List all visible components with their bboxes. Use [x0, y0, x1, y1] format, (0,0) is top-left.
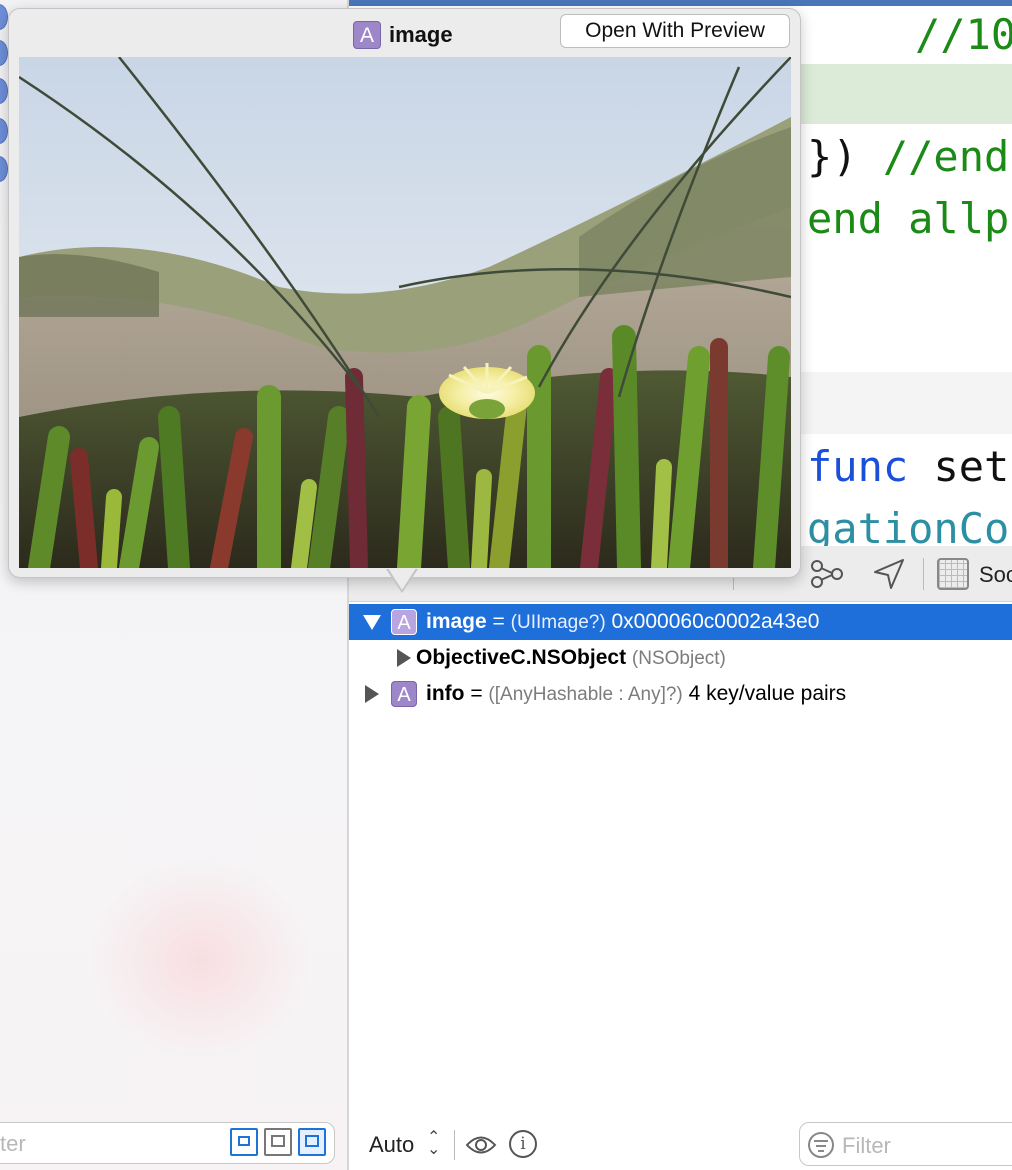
- code-line: func set: [807, 442, 1009, 491]
- variable-row-info[interactable]: A info = ([AnyHashable : Any]?) 4 key/va…: [349, 676, 1012, 712]
- code-line: }) //end: [807, 132, 1010, 181]
- variable-name: image: [426, 610, 487, 633]
- variable-equals: =: [486, 610, 511, 633]
- hierarchy-view-icon[interactable]: [230, 1128, 258, 1156]
- popover-pointer-fill: [388, 568, 416, 590]
- open-with-preview-button[interactable]: Open With Preview: [560, 14, 790, 48]
- structure-view-icon[interactable]: [264, 1128, 292, 1156]
- preview-image: [19, 57, 791, 568]
- breakpoint-marker[interactable]: [0, 4, 8, 30]
- breakpoint-marker[interactable]: [0, 156, 8, 182]
- variable-type-badge: A: [391, 609, 417, 635]
- layout-view-icon[interactable]: [298, 1128, 326, 1156]
- variable-type: (UIImage?): [510, 612, 606, 633]
- toolbar-divider: [923, 558, 924, 590]
- variable-type-badge: A: [391, 681, 417, 707]
- info-icon[interactable]: i: [509, 1130, 537, 1158]
- variables-view: A image = (UIImage?) 0x000060c0002a43e0 …: [349, 602, 1012, 1122]
- variable-type: ([AnyHashable : Any]?): [488, 684, 683, 705]
- variable-name: info: [426, 682, 465, 705]
- variable-name: ObjectiveC.NSObject: [416, 646, 627, 669]
- chevron-updown-icon[interactable]: ⌃ ⌄: [427, 1130, 440, 1158]
- variables-filter-field[interactable]: Filter: [799, 1122, 1012, 1166]
- popover-title: image: [389, 22, 453, 47]
- variable-row-image[interactable]: A image = (UIImage?) 0x000060c0002a43e0: [349, 604, 1012, 640]
- memory-graph-icon[interactable]: [809, 556, 845, 592]
- variable-line: ObjectiveC.NSObject (NSObject): [416, 646, 726, 670]
- variable-type: (NSObject): [631, 648, 726, 669]
- editor-top-strip: [349, 0, 1012, 6]
- code-identifier: set: [908, 442, 1010, 491]
- variable-row-nsobject[interactable]: ObjectiveC.NSObject (NSObject): [349, 640, 1012, 676]
- disclosure-triangle-collapsed[interactable]: [365, 685, 379, 703]
- breakpoint-marker[interactable]: [0, 78, 8, 104]
- view-debugger-icon[interactable]: [937, 558, 969, 590]
- code-line: //10: [915, 10, 1012, 59]
- variable-type-badge: A: [353, 21, 381, 49]
- scheme-label[interactable]: Soc: [979, 562, 1012, 588]
- sidebar-filter-placeholder: ter: [0, 1131, 26, 1156]
- code-line: end allp: [807, 194, 1010, 243]
- eye-icon[interactable]: [465, 1132, 497, 1158]
- variable-value: 0x000060c0002a43e0: [605, 610, 820, 633]
- bottom-bar-divider: [454, 1130, 455, 1160]
- variables-bottom-bar: Auto ⌃ ⌄ i Filter: [349, 1122, 1012, 1170]
- disclosure-triangle-collapsed[interactable]: [397, 649, 411, 667]
- sidebar-background-tint: [90, 860, 310, 1060]
- variables-scope-popup[interactable]: Auto: [369, 1132, 414, 1158]
- breakpoint-marker[interactable]: [0, 40, 8, 66]
- variable-line: image = (UIImage?) 0x000060c0002a43e0: [426, 610, 819, 634]
- code-keyword: func: [807, 442, 909, 491]
- simulate-location-icon[interactable]: [871, 556, 907, 592]
- filter-icon: [808, 1132, 834, 1158]
- variable-line: info = ([AnyHashable : Any]?) 4 key/valu…: [426, 682, 846, 706]
- variable-value: 4 key/value pairs: [682, 682, 847, 705]
- breakpoint-marker[interactable]: [0, 118, 8, 144]
- variables-filter-placeholder: Filter: [842, 1133, 891, 1158]
- disclosure-triangle-expanded[interactable]: [363, 615, 381, 630]
- quick-look-popover: A image Open With Preview: [8, 8, 801, 578]
- variable-equals: =: [464, 682, 489, 705]
